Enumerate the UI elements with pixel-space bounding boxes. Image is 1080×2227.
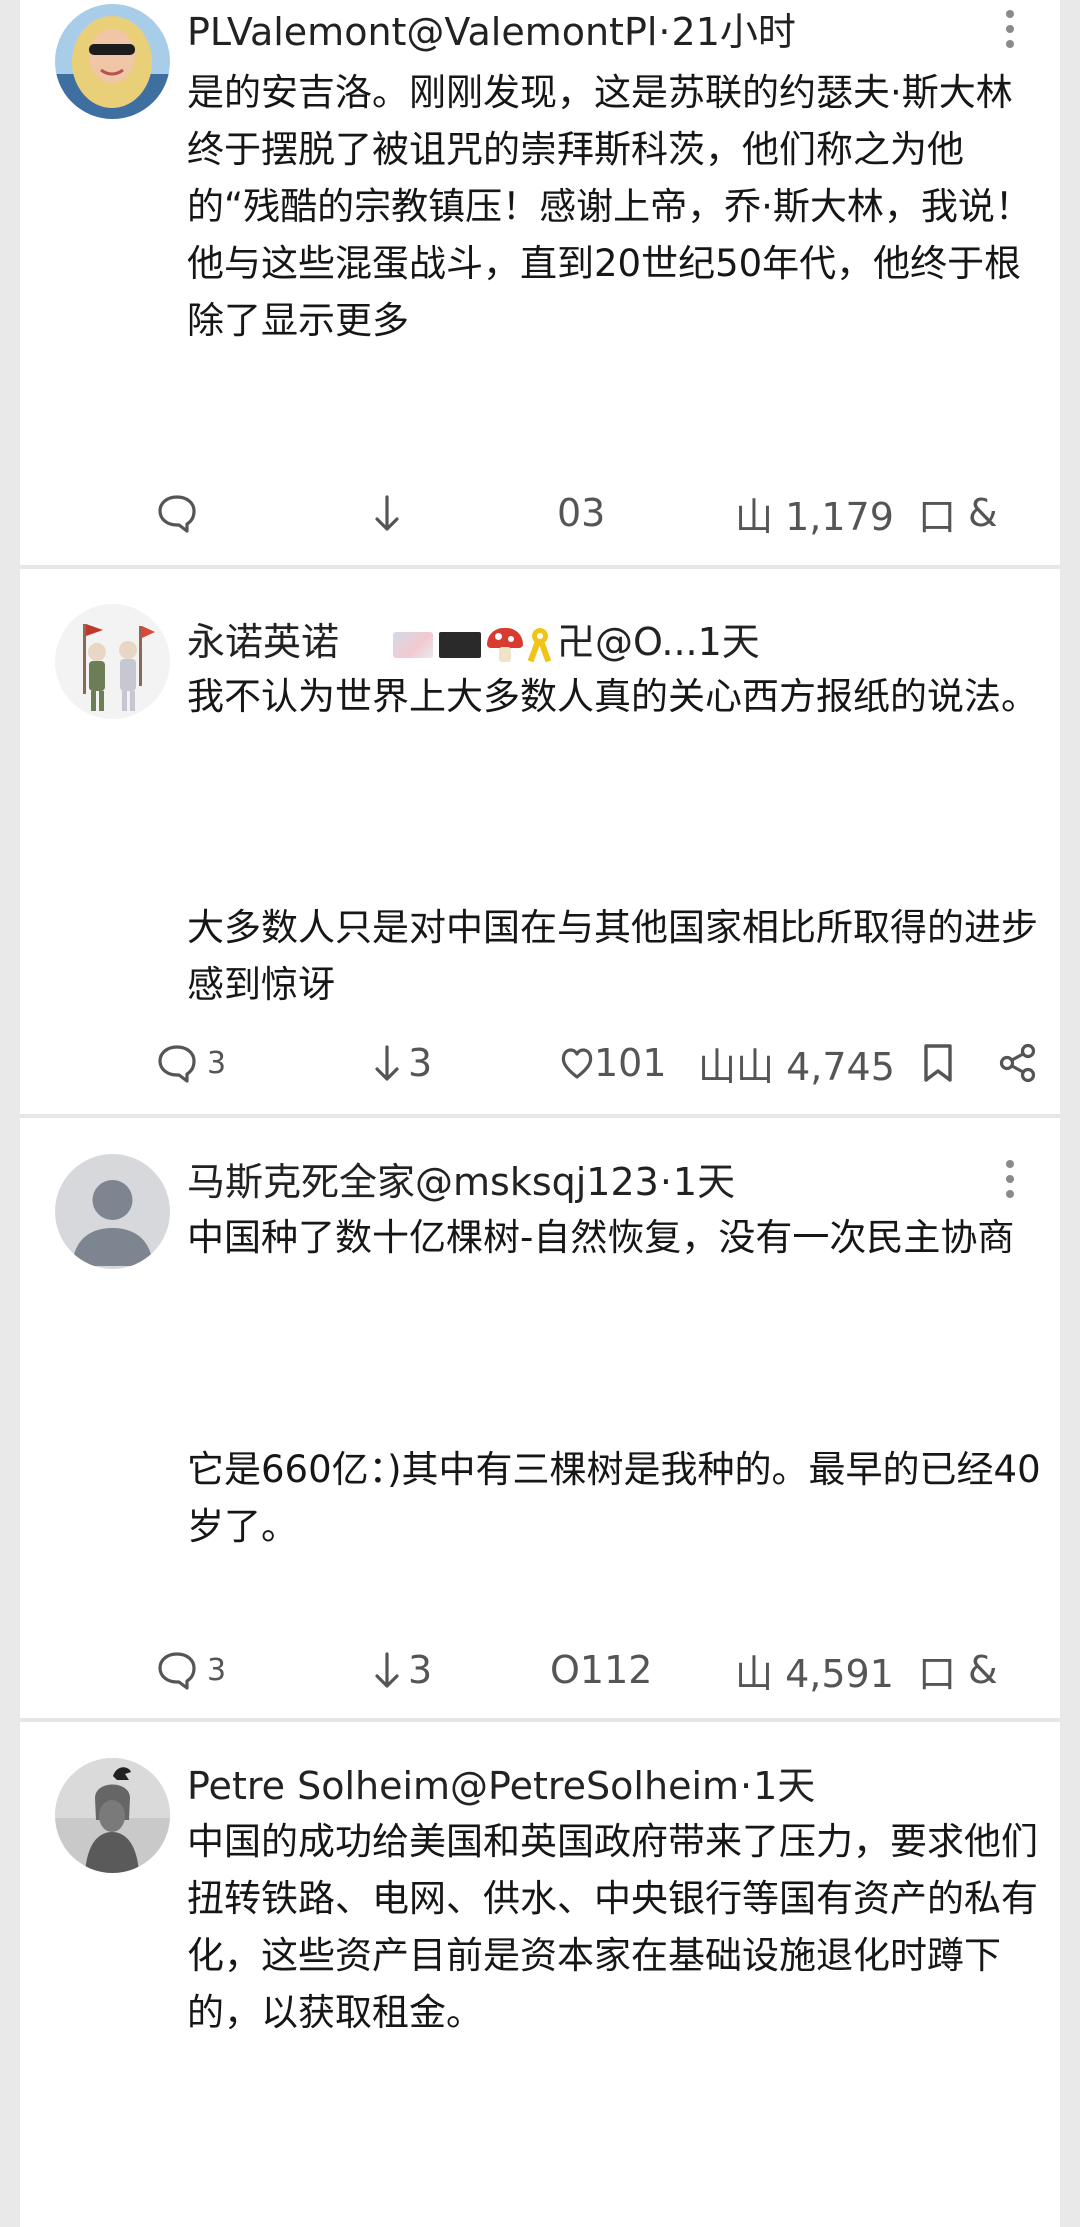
timestamp[interactable]: 21小时 [672,10,796,54]
views-button[interactable]: 山 4,591 [735,1640,894,1700]
avatar-illustration [55,604,170,719]
post-text-2: 它是660亿：)其中有三棵树是我种的。最早的已经40岁了。 [187,1448,1041,1548]
reply-count: 3 [207,1045,227,1081]
retweet-icon [375,1652,399,1688]
reply-icon [158,495,196,533]
action-bar: 03 山 1,179 口 & [20,483,1060,543]
mushroom-emoji [487,627,524,662]
views-button[interactable]: 山山 4,745 [698,1033,895,1093]
bookmark-icon [924,1044,952,1082]
share-button[interactable] [998,1033,1038,1093]
post-header: PLValemont@ValemontPl·21小时 [187,4,1027,60]
share-button[interactable]: & [968,483,998,543]
post-3[interactable]: 马斯克死全家@msksqj123·1天 中国种了数十亿棵树-自然恢复，没有一次民… [20,1118,1060,1718]
reply-icon [158,1045,196,1083]
post-text-1: 我不认为世界上大多数人真的关心西方报纸的说法。 [187,675,1038,718]
post-4[interactable]: Petre Solheim@PetreSolheim·1天 中国的成功给美国和英… [20,1722,1060,2227]
avatar-photo [55,4,170,119]
retweet-button[interactable]: 3 [372,1640,432,1700]
post-header: 永诺英诺 卍@O...1天 [187,614,1027,670]
avatar[interactable] [55,1154,170,1269]
like-button[interactable]: 101 [560,1033,667,1093]
post-header: 马斯克死全家@msksqj123·1天 [187,1154,1027,1210]
retweet-icon [375,1045,399,1081]
post-text-2: 大多数人只是对中国在与其他国家相比所取得的进步感到惊讶 [187,906,1038,1006]
more-icon[interactable] [995,1154,1025,1204]
bookmark-icon: 口 [918,494,957,539]
bookmark-button[interactable]: 口 [918,483,956,543]
post-text: 是的安吉洛。刚刚发现，这是苏联的约瑟夫·斯大林终于摆脱了被诅咒的崇拜斯科茨，他们… [187,71,1032,342]
reply-button[interactable] [155,483,199,543]
reply-icon [158,1652,196,1690]
like-icon [561,1048,593,1079]
bookmark-icon: 口 [918,1651,957,1696]
timestamp[interactable]: 1天 [673,1160,735,1204]
like-button[interactable]: O112 [550,1640,652,1700]
default-avatar-icon [55,1154,170,1269]
post-text: 中国的成功给美国和英国政府带来了压力，要求他们扭转铁路、电网、供水、中央银行等国… [187,1820,1038,2034]
like-button[interactable]: 03 [557,483,605,543]
ribbon-emoji [527,627,552,662]
like-count: 03 [557,491,606,535]
share-icon [999,1043,1036,1083]
bookmark-button[interactable]: 口 [918,1640,956,1700]
post-text-1: 中国种了数十亿棵树-自然恢复，没有一次民主协商 [187,1216,1015,1259]
like-count: 101 [594,1041,667,1085]
retweet-count: 3 [408,1648,433,1692]
post-header: Petre Solheim@PetreSolheim·1天 [187,1758,1027,1814]
bookmark-button[interactable] [920,1033,956,1093]
share-icon: & [968,1648,998,1692]
reply-button[interactable]: 3 [155,1640,226,1700]
separator: · [659,1160,672,1204]
action-bar: 3 3 O112 山 4,591 口 & [20,1640,1060,1700]
reply-count: 3 [207,1652,227,1688]
author[interactable]: 马斯克死全家@msksqj123 [187,1160,659,1204]
share-button[interactable]: & [968,1640,998,1700]
retweet-count: 3 [408,1041,433,1085]
author-name[interactable]: 永诺英诺 [187,620,339,664]
avatar[interactable] [55,4,170,119]
timestamp[interactable]: 1天 [698,620,760,664]
author[interactable]: Petre Solheim@PetreSolheim [187,1764,739,1808]
retweet-icon [375,495,399,531]
author[interactable]: PLValemont@ValemontPl [187,10,657,54]
black-flag-emoji [439,631,482,658]
avatar-statue [55,1758,170,1873]
share-icon: & [968,491,998,535]
avatar[interactable] [55,1758,170,1873]
retweet-button[interactable] [372,483,402,543]
post-2[interactable]: 永诺英诺 卍@O...1天 我不认为世界上大多数人真的关心西方报纸的说法。 大多数… [20,569,1060,1114]
flag-emoji [393,631,434,658]
timeline: PLValemont@ValemontPl·21小时 是的安吉洛。刚刚发现，这是… [20,0,1060,2227]
like-count: O112 [550,1648,653,1692]
more-icon[interactable] [995,4,1025,54]
timestamp[interactable]: 1天 [753,1764,815,1808]
avatar[interactable] [55,604,170,719]
reply-button[interactable]: 3 [155,1033,226,1093]
view-count: 山 1,179 [735,494,894,539]
post-1[interactable]: PLValemont@ValemontPl·21小时 是的安吉洛。刚刚发现，这是… [20,0,1060,565]
action-bar: 3 3 101 山山 4,745 [20,1033,1060,1093]
retweet-button[interactable]: 3 [372,1033,432,1093]
view-count: 山山 4,745 [698,1044,895,1089]
views-button[interactable]: 山 1,179 [735,483,894,543]
separator: · [740,1764,753,1808]
separator: · [658,10,671,54]
handle[interactable]: 卍@O... [557,620,698,664]
view-count: 山 4,591 [735,1651,894,1696]
emoji-flags [393,627,552,662]
